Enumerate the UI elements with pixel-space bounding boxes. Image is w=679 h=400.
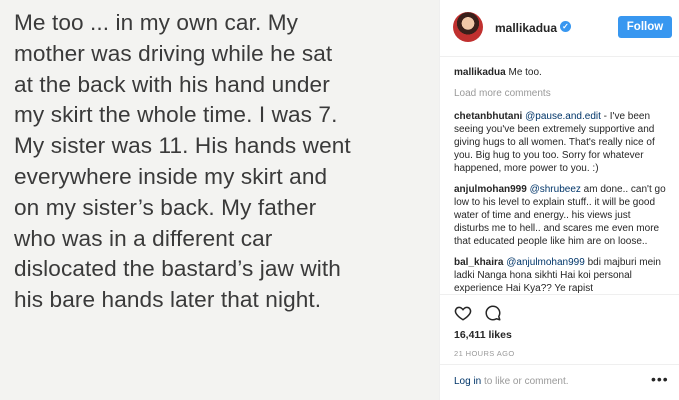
load-more-comments-link[interactable]: Load more comments xyxy=(454,87,666,100)
post-image-text: Me too ... in my own car. My mother was … xyxy=(14,8,434,316)
comment-mention[interactable]: @anjulmohan999 xyxy=(506,257,585,268)
caption-username[interactable]: mallikadua xyxy=(454,67,506,78)
comment-item: chetanbhutani @pause.and.edit - I've bee… xyxy=(454,110,666,175)
login-link[interactable]: Log in xyxy=(454,376,481,387)
comment-item: bal_khaira @anjulmohan999 bdi majburi me… xyxy=(454,256,666,294)
post-sidebar: mallikadua ✓ Follow mallikadua Me too. L… xyxy=(439,0,679,400)
post-text-line: my skirt the whole time. I was 7. xyxy=(14,102,338,128)
comment-username[interactable]: anjulmohan999 xyxy=(454,184,527,195)
post-text-line: his bare hands later that night. xyxy=(14,287,322,313)
caption: mallikadua Me too. xyxy=(454,66,666,79)
heart-icon[interactable] xyxy=(454,304,472,322)
post-image[interactable]: Me too ... in my own car. My mother was … xyxy=(0,0,439,400)
comment-mention[interactable]: @pause.and.edit xyxy=(525,111,601,122)
post-footer: Log in to like or comment. ••• xyxy=(440,364,679,400)
comment-username[interactable]: chetanbhutani xyxy=(454,111,522,122)
post-timestamp[interactable]: 21 HOURS AGO xyxy=(454,349,515,358)
post-text-line: at the back with his hand under xyxy=(14,71,330,97)
post-text-line: everywhere inside my skirt and xyxy=(14,163,328,189)
login-prompt-text: to like or comment. xyxy=(481,376,569,387)
follow-button[interactable]: Follow xyxy=(618,16,672,38)
post-text-line: mother was driving while he sat xyxy=(14,40,333,66)
post-text-line: Me too ... in my own car. My xyxy=(14,10,299,35)
comment-item: anjulmohan999 @shrubeez am done.. can't … xyxy=(454,183,666,248)
post-text-line: dislocated the bastard’s jaw with xyxy=(14,256,341,282)
post-header: mallikadua ✓ Follow xyxy=(440,0,679,57)
avatar[interactable] xyxy=(453,12,483,42)
comment-mention[interactable]: @shrubeez xyxy=(530,184,581,195)
caption-text: Me too. xyxy=(508,67,542,78)
comment-username[interactable]: bal_khaira xyxy=(454,257,503,268)
verified-badge-icon: ✓ xyxy=(560,21,571,32)
more-options-icon[interactable]: ••• xyxy=(651,371,669,387)
comment-icon[interactable] xyxy=(484,304,502,322)
login-prompt: Log in to like or comment. xyxy=(454,376,569,387)
post-text-line: who was in a different car xyxy=(14,225,273,251)
comments-list[interactable]: mallikadua Me too. Load more comments ch… xyxy=(454,66,666,294)
post-text-line: My sister was 11. His hands went xyxy=(14,133,351,159)
post-text-line: on my sister’s back. My father xyxy=(14,194,317,220)
likes-count[interactable]: 16,411 likes xyxy=(454,329,512,341)
header-username[interactable]: mallikadua xyxy=(495,21,557,35)
